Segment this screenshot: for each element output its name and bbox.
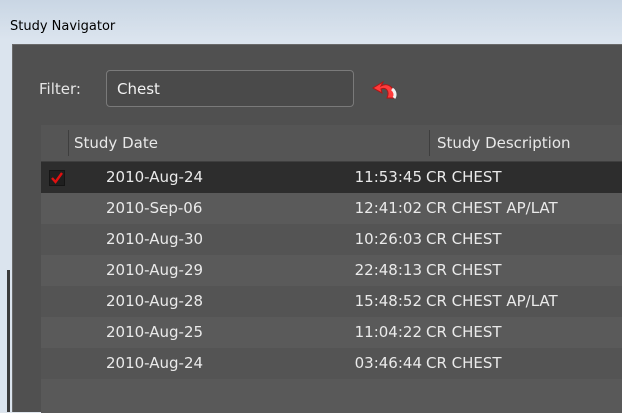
study-time: 22:48:13: [354, 261, 422, 279]
title-bar[interactable]: Study Navigator: [0, 0, 622, 44]
navigator-panel: Filter: Study Date Study Description: [12, 44, 622, 413]
window-title: Study Navigator: [10, 19, 116, 34]
table-row[interactable]: 2010-Sep-06 12:41:02 CR CHEST AP/LAT: [41, 193, 622, 224]
column-header-study-date[interactable]: Study Date: [74, 134, 158, 152]
study-description: CR CHEST: [426, 261, 502, 279]
study-description: CR CHEST: [426, 354, 502, 372]
study-time: 03:46:44: [354, 354, 422, 372]
table-row[interactable]: 2010-Aug-30 10:26:03 CR CHEST: [41, 224, 622, 255]
table-row[interactable]: 2010-Aug-28 15:48:52 CR CHEST AP/LAT: [41, 286, 622, 317]
table-row[interactable]: 2010-Aug-29 22:48:13 CR CHEST: [41, 255, 622, 286]
study-navigator-window: Study Navigator Filter: Study Date Study…: [0, 0, 622, 413]
table-row[interactable]: 2010-Aug-25 11:04:22 CR CHEST: [41, 317, 622, 348]
study-time: 11:04:22: [354, 323, 422, 341]
study-time: 15:48:52: [354, 292, 422, 310]
column-header-study-description[interactable]: Study Description: [437, 134, 571, 152]
study-description: CR CHEST: [426, 168, 502, 186]
header-separator[interactable]: [429, 130, 430, 156]
study-time: 11:53:45: [354, 168, 422, 186]
study-description: CR CHEST: [426, 323, 502, 341]
window-left-edge: [7, 270, 10, 412]
table-row[interactable]: 2010-Aug-24 11:53:45 CR CHEST: [41, 162, 622, 193]
filter-label: Filter:: [39, 80, 81, 98]
table-header: Study Date Study Description: [41, 125, 622, 162]
table-row[interactable]: 2010-Aug-24 03:46:44 CR CHEST: [41, 348, 622, 379]
header-separator: [68, 130, 69, 156]
reset-filter-button[interactable]: [368, 77, 404, 103]
filter-input[interactable]: [106, 70, 354, 107]
study-description: CR CHEST AP/LAT: [426, 292, 558, 310]
study-description: CR CHEST AP/LAT: [426, 199, 558, 217]
study-table: Study Date Study Description 2010-Aug-24…: [41, 125, 622, 413]
undo-arrow-icon: [372, 80, 397, 99]
study-time: 12:41:02: [354, 199, 422, 217]
study-time: 10:26:03: [354, 230, 422, 248]
study-description: CR CHEST: [426, 230, 502, 248]
